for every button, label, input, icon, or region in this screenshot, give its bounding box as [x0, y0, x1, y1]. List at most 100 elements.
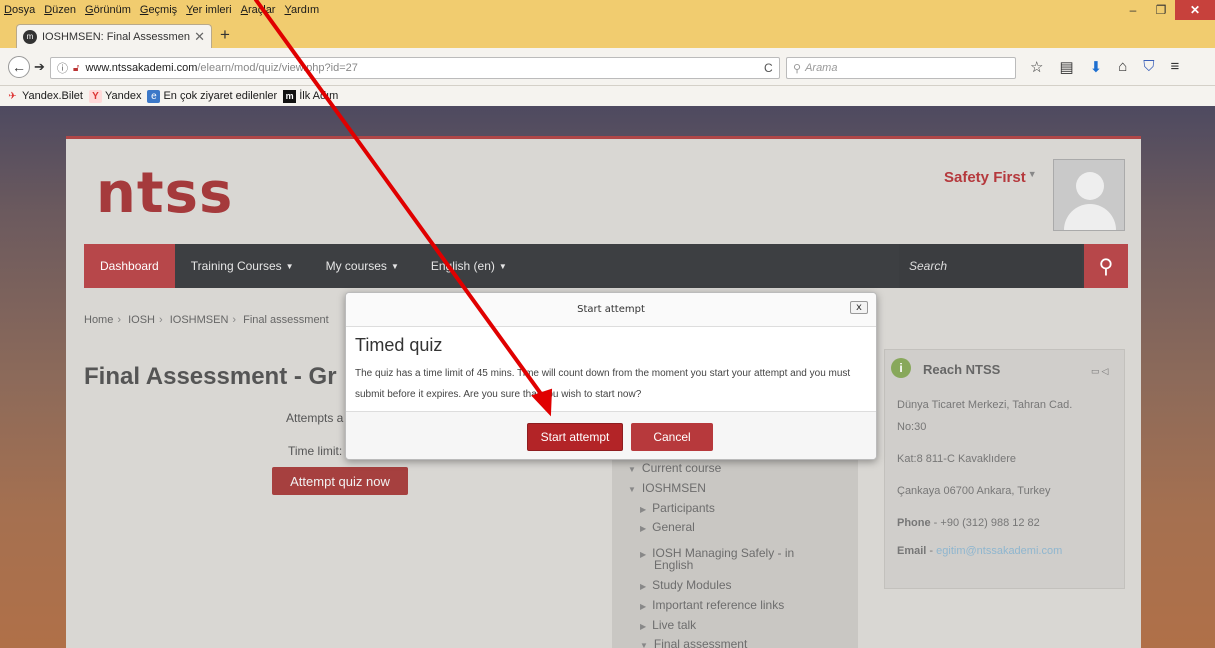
close-icon[interactable]: x	[850, 301, 868, 314]
browser-tab[interactable]: m IOSHMSEN: Final Assessmen ✕	[16, 24, 212, 48]
menu-duzen[interactable]: Düzen	[44, 4, 76, 16]
site-logo[interactable]: ntss	[96, 161, 233, 226]
site-search-input[interactable]: Search	[899, 244, 1082, 288]
triangle-down-icon: ▼	[628, 465, 636, 474]
caret-down-icon: ▼	[498, 261, 507, 271]
tab-close-icon[interactable]: ✕	[194, 29, 205, 45]
bookmark-label: Yandex	[104, 90, 142, 102]
breadcrumb-home[interactable]: Home	[84, 314, 113, 326]
close-window-icon[interactable]: ✕	[1175, 0, 1215, 20]
bookmarks-bar: ✈ Yandex.Bilet Y Yandex e En çok ziyaret…	[0, 86, 1215, 106]
bookmark-label: İlk Adım	[299, 90, 339, 102]
minimize-icon[interactable]: –	[1119, 0, 1147, 20]
triangle-right-icon: ▶	[640, 582, 647, 591]
reload-icon[interactable]: C	[764, 61, 773, 75]
new-tab-icon[interactable]: +	[220, 25, 230, 45]
tree-item[interactable]: ▶ Important reference links	[640, 598, 784, 612]
tree-item[interactable]: ▶ Study Modules	[640, 578, 732, 592]
url-path: /elearn/mod/quiz/view.php?id=27	[197, 62, 358, 74]
dialog-heading: Timed quiz	[355, 335, 443, 355]
triangle-right-icon: ▶	[640, 550, 647, 559]
hamburger-menu-icon[interactable]: ≡	[1171, 58, 1180, 76]
search-icon: ⚲	[1098, 255, 1114, 278]
page-viewport: ntss Safety First ▼ Dashboard Training Co…	[0, 106, 1215, 648]
avatar[interactable]	[1053, 159, 1125, 231]
bookmark-star-icon[interactable]: ☆	[1030, 58, 1043, 76]
triangle-right-icon: ▶	[640, 505, 647, 514]
attempts-label: Attempts a	[286, 411, 344, 425]
menu-gorunum[interactable]: Görünüm	[85, 4, 131, 16]
breadcrumb: Home › IOSH › IOSHMSEN › Final assessment	[84, 314, 329, 326]
triangle-right-icon: ▶	[640, 602, 647, 611]
breadcrumb-iosh[interactable]: IOSH	[128, 314, 155, 326]
caret-down-icon: ▼	[390, 261, 399, 271]
email-label: Email	[897, 545, 927, 557]
navigation-toolbar: ← ➔ ⓘ 🔓︎ www.ntssakademi.com /elearn/mod…	[0, 48, 1215, 86]
menu-gecmis[interactable]: Geçmiş	[140, 4, 177, 16]
menu-yer-imleri[interactable]: Yer imleri	[186, 4, 231, 16]
back-icon[interactable]: ←	[8, 56, 30, 78]
menu-araclar[interactable]: Araçlar	[241, 4, 276, 16]
address-line-3: Kat:8 811-C Kavaklıdere	[897, 453, 1017, 465]
tree-item[interactable]: ▼ Final assessment	[640, 637, 747, 648]
menu-yardim[interactable]: Yardım	[284, 4, 319, 16]
moodle-icon: m	[283, 89, 297, 103]
attempt-quiz-button[interactable]: Attempt quiz now	[272, 467, 408, 495]
triangle-right-icon: ▶	[640, 524, 647, 533]
download-icon[interactable]: ⬇	[1090, 58, 1103, 76]
navigation-block: ▼ Current course ▼ IOSHMSEN ▶ Participants …	[612, 457, 858, 648]
email-link[interactable]: egitim@ntssakademi.com	[936, 545, 1062, 557]
tree-item-label: IOSHMSEN	[641, 481, 706, 495]
search-button[interactable]: ⚲	[1084, 244, 1128, 288]
menu-bar: Dosya Düzen Görünüm Geçmiş Yer imleri Ar…	[0, 0, 1215, 20]
tree-item[interactable]: ▶ General	[640, 520, 695, 534]
tree-item-label: General	[652, 520, 695, 534]
tree-item[interactable]: ▼ IOSHMSEN	[628, 481, 706, 495]
ticket-icon: ✈	[8, 90, 17, 102]
forward-icon[interactable]: ➔	[34, 59, 45, 75]
shield-icon[interactable]: ⛉	[1143, 58, 1154, 76]
nav-label: Dashboard	[100, 259, 159, 273]
dialog-header: Start attempt x	[346, 293, 876, 327]
nav-dashboard[interactable]: Dashboard	[84, 244, 175, 288]
tree-item[interactable]: ▶ Live talk	[640, 618, 696, 632]
user-menu[interactable]: Safety First ▼	[944, 169, 1037, 186]
phone-line: Phone - +90 (312) 988 12 82	[897, 517, 1040, 529]
bookmark-most-visited[interactable]: e En çok ziyaret edilenler	[147, 89, 277, 103]
bookmark-ilk-adim[interactable]: m İlk Adım	[283, 89, 339, 103]
time-limit-label: Time limit:	[288, 444, 343, 458]
nav-my-courses[interactable]: My courses ▼	[310, 244, 415, 288]
info-icon[interactable]: ⓘ	[57, 60, 68, 76]
tree-item-continuation[interactable]: English	[654, 558, 693, 572]
home-icon[interactable]: ⌂	[1118, 58, 1127, 76]
page-icon: e	[147, 89, 161, 103]
phone-label: Phone	[897, 517, 931, 529]
url-bar[interactable]: ⓘ 🔓︎ www.ntssakademi.com /elearn/mod/qui…	[50, 57, 780, 79]
cancel-button[interactable]: Cancel	[631, 423, 713, 451]
tree-item-label: Study Modules	[652, 578, 732, 592]
nav-training-courses[interactable]: Training Courses ▼	[175, 244, 310, 288]
yandex-icon: Y	[88, 89, 102, 103]
window-controls: – ❐ ✕	[1119, 0, 1215, 20]
block-title: Reach NTSS	[923, 362, 1001, 377]
restore-icon[interactable]: ❐	[1147, 0, 1175, 20]
bookmark-yandex-bilet[interactable]: ✈ Yandex.Bilet	[6, 90, 83, 103]
avatar-head	[1076, 172, 1104, 200]
tree-item-label: Current course	[641, 461, 722, 475]
block-controls-icon[interactable]: ▭◁	[1091, 366, 1110, 377]
start-attempt-button[interactable]: Start attempt	[527, 423, 623, 451]
url-domain: www.ntssakademi.com	[85, 62, 198, 74]
tree-item[interactable]: ▼ Current course	[628, 461, 721, 475]
nav-language[interactable]: English (en) ▼	[415, 244, 523, 288]
reading-list-icon[interactable]: ▤	[1059, 58, 1073, 76]
address-line-4: Çankaya 06700 Ankara, Turkey	[897, 485, 1051, 497]
breadcrumb-final-assessment[interactable]: Final assessment	[243, 314, 329, 326]
nav-label: English (en)	[430, 259, 495, 273]
tree-item[interactable]: ▶ Participants	[640, 501, 715, 515]
menu-dosya[interactable]: Dosya	[4, 4, 35, 16]
bookmark-yandex[interactable]: Y Yandex	[88, 89, 142, 103]
bookmark-label: Yandex.Bilet	[22, 90, 83, 102]
avatar-body	[1064, 204, 1116, 230]
breadcrumb-ioshmsen[interactable]: IOSHMSEN	[170, 314, 229, 326]
browser-search-input[interactable]: ⚲ Arama	[786, 57, 1016, 79]
